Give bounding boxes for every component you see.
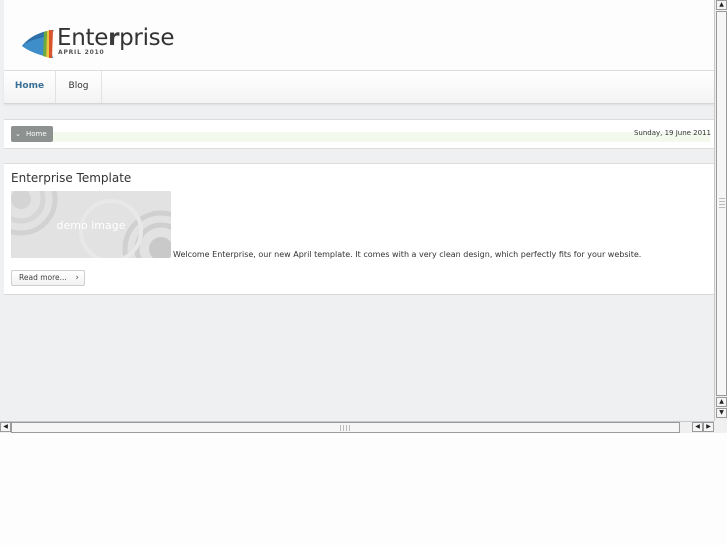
page: Enterprise APRIL 2010 Home Blog ⌄ Home S… [0,0,714,421]
read-more-label: Read more... [19,273,67,282]
scroll-up-button[interactable]: ▲ [716,0,727,10]
arrow-left-icon: ◀ [695,423,700,430]
scroll-right-button[interactable]: ▶ [703,422,714,432]
current-date: Sunday, 19 June 2011 [633,129,711,137]
scrollbar-corner [714,421,727,433]
logo-tagline: APRIL 2010 [58,49,105,56]
article-intro-text: Welcome Enterprise, our new April templa… [173,250,642,259]
scroll-down-button[interactable]: ▼ [716,408,727,418]
scroll-up-button-lower[interactable]: ▲ [716,397,727,407]
arrow-right-icon: ▶ [706,423,711,430]
arrow-up-icon: ▲ [719,1,724,8]
scroll-left-button[interactable]: ◀ [0,422,11,432]
site-header: Enterprise APRIL 2010 [4,0,714,71]
horizontal-scroll-thumb[interactable] [11,422,680,433]
arrow-up-icon: ▲ [719,398,724,405]
main-navigation: Home Blog [4,71,714,104]
breadcrumb-home-button[interactable]: ⌄ Home [11,126,53,142]
article-demo-image: demo image [11,191,171,258]
arrow-left-icon: ◀ [3,423,8,430]
nav-item-home[interactable]: Home [4,71,56,103]
breadcrumb-home-label: Home [26,130,47,138]
chevron-down-icon: ⌄ [15,130,21,138]
grip-icon [719,198,725,208]
scroll-left-button-right[interactable]: ◀ [692,422,703,432]
demo-image-label: demo image [56,219,126,232]
breadcrumb-bar: ⌄ Home Sunday, 19 June 2011 [4,119,714,149]
site-logo[interactable]: Enterprise APRIL 2010 [20,25,180,62]
arrow-down-icon: ▼ [719,409,724,416]
chevron-right-icon: › [75,273,79,283]
logo-mark-icon [22,30,54,58]
vertical-scrollbar[interactable]: ▲ ▲ ▼ [714,0,727,421]
breadcrumb-highlight [52,132,710,142]
article-title: Enterprise Template [11,171,132,185]
vertical-scroll-thumb[interactable] [716,11,727,396]
horizontal-scrollbar[interactable]: ◀ ◀ ▶ [0,421,727,433]
read-more-button[interactable]: Read more... › [11,270,85,286]
article-panel: Enterprise Template demo image Welcome E… [4,163,714,295]
nav-item-blog[interactable]: Blog [56,71,102,103]
grip-icon [340,425,352,431]
logo-wordmark: Enterprise [57,25,175,51]
browser-viewport: Enterprise APRIL 2010 Home Blog ⌄ Home S… [0,0,727,433]
